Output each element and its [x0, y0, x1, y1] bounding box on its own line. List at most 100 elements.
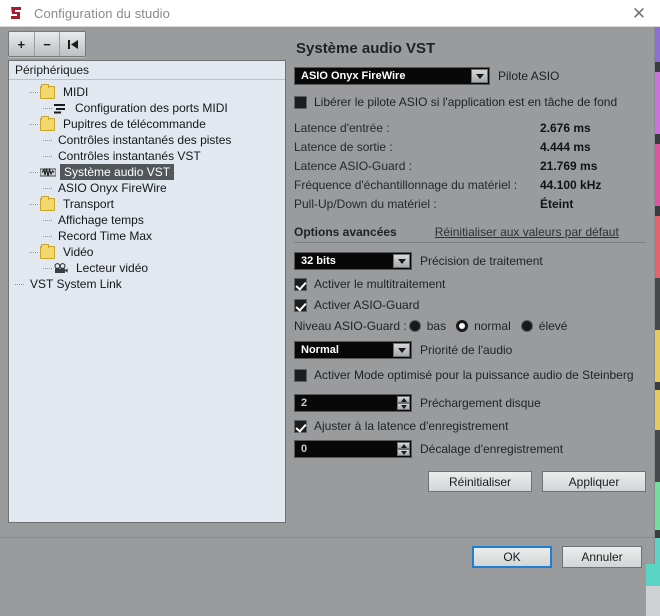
multiprocessing-checkbox[interactable] [294, 277, 307, 291]
folder-icon [40, 243, 55, 259]
asio-driver-value: ASIO Onyx FireWire [301, 70, 406, 82]
steinberg-power-scheme-row[interactable]: Activer Mode optimisé pour la puissance … [294, 368, 646, 382]
processing-precision-select[interactable]: 32 bits [294, 252, 412, 270]
spin-up-icon[interactable] [397, 396, 410, 403]
tree-item-contr-les-instantan-s-des-pistes[interactable]: Contrôles instantanés des pistes [9, 132, 285, 148]
tree-item-affichage-temps[interactable]: Affichage temps [9, 212, 285, 228]
devices-tree[interactable]: MIDI Configuration des ports MIDI Pupitres… [9, 80, 285, 292]
processing-precision-row: 32 bits Précision de traitement [294, 252, 646, 270]
devices-tree-panel[interactable]: Périphériques MIDI Configuration des port… [8, 60, 286, 523]
remove-device-button[interactable]: − [35, 32, 61, 56]
reset-device-button[interactable] [60, 32, 85, 56]
reset-defaults-link[interactable]: Réinitialiser aux valeurs par défaut [435, 225, 619, 239]
asio-guard-level-radio-élevé[interactable] [520, 320, 533, 332]
tree-item-configuration-des-ports-midi[interactable]: Configuration des ports MIDI [9, 100, 285, 116]
asio-guard-level-radio-normal[interactable] [456, 320, 469, 332]
release-driver-row[interactable]: Libérer le pilote ASIO si l'application … [294, 95, 646, 109]
devices-tree-header: Périphériques [9, 61, 285, 80]
audio-priority-select[interactable]: Normal [294, 341, 412, 359]
tree-item-asio-onyx-firewire[interactable]: ASIO Onyx FireWire [9, 180, 285, 196]
chevron-down-icon[interactable] [393, 343, 410, 357]
tree-item-midi[interactable]: MIDI [9, 83, 285, 100]
panel-reset-button[interactable]: Réinitialiser [428, 471, 532, 492]
disk-preload-stepper[interactable]: 2 [294, 394, 412, 412]
asio-driver-row: ASIO Onyx FireWire Pilote ASIO [294, 67, 646, 85]
advanced-options-title: Options avancées [294, 225, 397, 239]
tree-item-syst-me-audio-vst[interactable]: Système audio VST [9, 164, 285, 180]
cancel-button[interactable]: Annuler [562, 546, 642, 568]
latency-info-value: 4.444 ms [540, 140, 591, 154]
latency-info-row: Pull-Up/Down du matériel : Éteint [294, 197, 646, 211]
tree-item-vid-o[interactable]: Vidéo [9, 243, 285, 260]
adjust-record-latency-row[interactable]: Ajuster à la latence d'enregistrement [294, 419, 646, 433]
latency-info-key: Latence de sortie : [294, 140, 393, 154]
asio-guard-level-option-label: élevé [538, 319, 568, 333]
tree-item-lecteur-vid-o[interactable]: Lecteur vidéo [9, 260, 285, 276]
tree-connector-icon [29, 91, 38, 93]
vst-audio-system-panel: Système audio VST ASIO Onyx FireWire Pil… [294, 34, 646, 492]
asio-guard-level-row: Niveau ASIO-Guard : bas normal élevé [294, 319, 646, 333]
tree-item-contr-les-instantan-s-vst[interactable]: Contrôles instantanés VST [9, 148, 285, 164]
record-shift-label: Décalage d'enregistrement [420, 442, 564, 456]
spin-up-icon[interactable] [397, 442, 410, 449]
steinberg-logo-icon [8, 5, 24, 21]
release-driver-checkbox[interactable] [294, 95, 307, 109]
latency-info-key: Latence ASIO-Guard : [294, 159, 413, 173]
ok-button[interactable]: OK [472, 546, 552, 568]
tree-item-label: Système audio VST [60, 164, 175, 180]
asio-driver-select[interactable]: ASIO Onyx FireWire [294, 67, 490, 85]
asio-guard-row[interactable]: Activer ASIO-Guard [294, 298, 646, 312]
record-shift-stepper[interactable]: 0 [294, 440, 412, 458]
disk-preload-spin-buttons[interactable] [397, 396, 410, 410]
folder-icon [40, 195, 55, 211]
disk-preload-value: 2 [301, 397, 308, 409]
record-shift-spin-buttons[interactable] [397, 442, 410, 456]
latency-info-row: Fréquence d'échantillonnage du matériel … [294, 178, 646, 192]
tree-item-record-time-max[interactable]: Record Time Max [9, 228, 285, 244]
chevron-down-icon[interactable] [471, 69, 488, 83]
latency-info-key: Pull-Up/Down du matériel : [294, 197, 437, 211]
close-icon[interactable]: ✕ [618, 0, 660, 26]
panel-apply-button[interactable]: Appliquer [542, 471, 646, 492]
tree-connector-icon [43, 187, 52, 189]
tree-item-label: MIDI [63, 85, 89, 99]
multiprocessing-label: Activer le multitraitement [314, 277, 446, 291]
tree-item-label: Transport [63, 197, 114, 211]
spin-down-icon[interactable] [397, 449, 410, 456]
video-player-icon [54, 262, 68, 274]
devices-pane: + − Périphériques MIDI Configuration des … [8, 31, 288, 525]
asio-guard-level-label: Niveau ASIO-Guard : [294, 319, 407, 333]
record-shift-row: 0 Décalage d'enregistrement [294, 440, 646, 458]
tree-item-transport[interactable]: Transport [9, 195, 285, 212]
latency-info-value: 2.676 ms [540, 121, 591, 135]
tree-item-pupitres-de-t-l-commande[interactable]: Pupitres de télécommande [9, 115, 285, 132]
tree-connector-icon [43, 219, 52, 221]
multiprocessing-row[interactable]: Activer le multitraitement [294, 277, 646, 291]
tree-item-label: Affichage temps [58, 213, 144, 227]
latency-info-row: Latence d'entrée : 2.676 ms [294, 121, 646, 135]
tree-connector-icon [43, 155, 52, 157]
chevron-down-icon[interactable] [393, 254, 410, 268]
spin-down-icon[interactable] [397, 403, 410, 410]
record-shift-value: 0 [301, 443, 308, 455]
tree-item-vst-system-link[interactable]: VST System Link [9, 276, 285, 292]
add-device-button[interactable]: + [9, 32, 35, 56]
asio-guard-level-radio-bas[interactable] [408, 320, 421, 332]
adjust-record-latency-checkbox[interactable] [294, 419, 307, 433]
asio-guard-level-options[interactable]: bas normal élevé [407, 319, 568, 333]
asio-guard-level-option-label: normal [474, 319, 511, 333]
dialog-footer: OK Annuler [0, 537, 654, 591]
steinberg-power-scheme-checkbox[interactable] [294, 368, 307, 382]
tree-item-label: ASIO Onyx FireWire [58, 181, 167, 195]
tree-item-label: Vidéo [63, 245, 94, 259]
dialog-footer-buttons: OK Annuler [472, 546, 642, 568]
asio-guard-checkbox[interactable] [294, 298, 307, 312]
tree-item-label: Lecteur vidéo [76, 261, 149, 275]
